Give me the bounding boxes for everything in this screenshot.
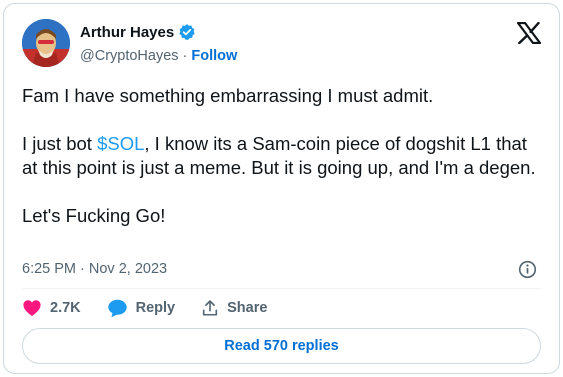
- x-logo-icon[interactable]: [516, 21, 542, 45]
- reply-label: Reply: [135, 300, 176, 316]
- tweet-timestamp[interactable]: 6:25 PM · Nov 2, 2023: [22, 261, 167, 277]
- tweet-card: Arthur Hayes @CryptoHayes · Follow Fam I…: [3, 3, 560, 374]
- display-name[interactable]: Arthur Hayes: [80, 24, 174, 41]
- action-bar: 2.7K Reply Share: [22, 298, 293, 318]
- separator-dot: ·: [182, 48, 188, 64]
- tweet-line-1: Fam I have something embarrassing I must…: [22, 85, 434, 106]
- avatar[interactable]: [22, 19, 70, 67]
- tweet-body: Fam I have something embarrassing I must…: [22, 84, 542, 228]
- verified-badge-icon: [178, 23, 196, 41]
- info-icon[interactable]: [518, 260, 537, 279]
- tweet-line-3: Let's Fucking Go!: [22, 205, 166, 226]
- follow-link[interactable]: Follow: [191, 48, 237, 64]
- heart-icon: [23, 300, 41, 317]
- like-button[interactable]: 2.7K: [22, 299, 81, 317]
- divider: [22, 288, 541, 289]
- author-name-row: Arthur Hayes: [80, 23, 196, 41]
- tweet-text-before-cashtag: I just bot: [22, 133, 98, 154]
- tweet-paragraph-2: I just bot $SOL, I know its a Sam-coin p…: [22, 132, 542, 180]
- cashtag-link[interactable]: $SOL: [97, 133, 144, 154]
- reply-button[interactable]: Reply: [107, 298, 176, 318]
- read-replies-button[interactable]: Read 570 replies: [22, 328, 541, 364]
- reply-bubble-icon: [107, 299, 127, 318]
- share-label: Share: [227, 300, 268, 316]
- handle-row: @CryptoHayes · Follow: [80, 48, 237, 64]
- like-count: 2.7K: [50, 300, 81, 316]
- share-button[interactable]: Share: [201, 299, 267, 317]
- share-icon: [203, 300, 218, 316]
- user-handle[interactable]: @CryptoHayes: [80, 48, 179, 64]
